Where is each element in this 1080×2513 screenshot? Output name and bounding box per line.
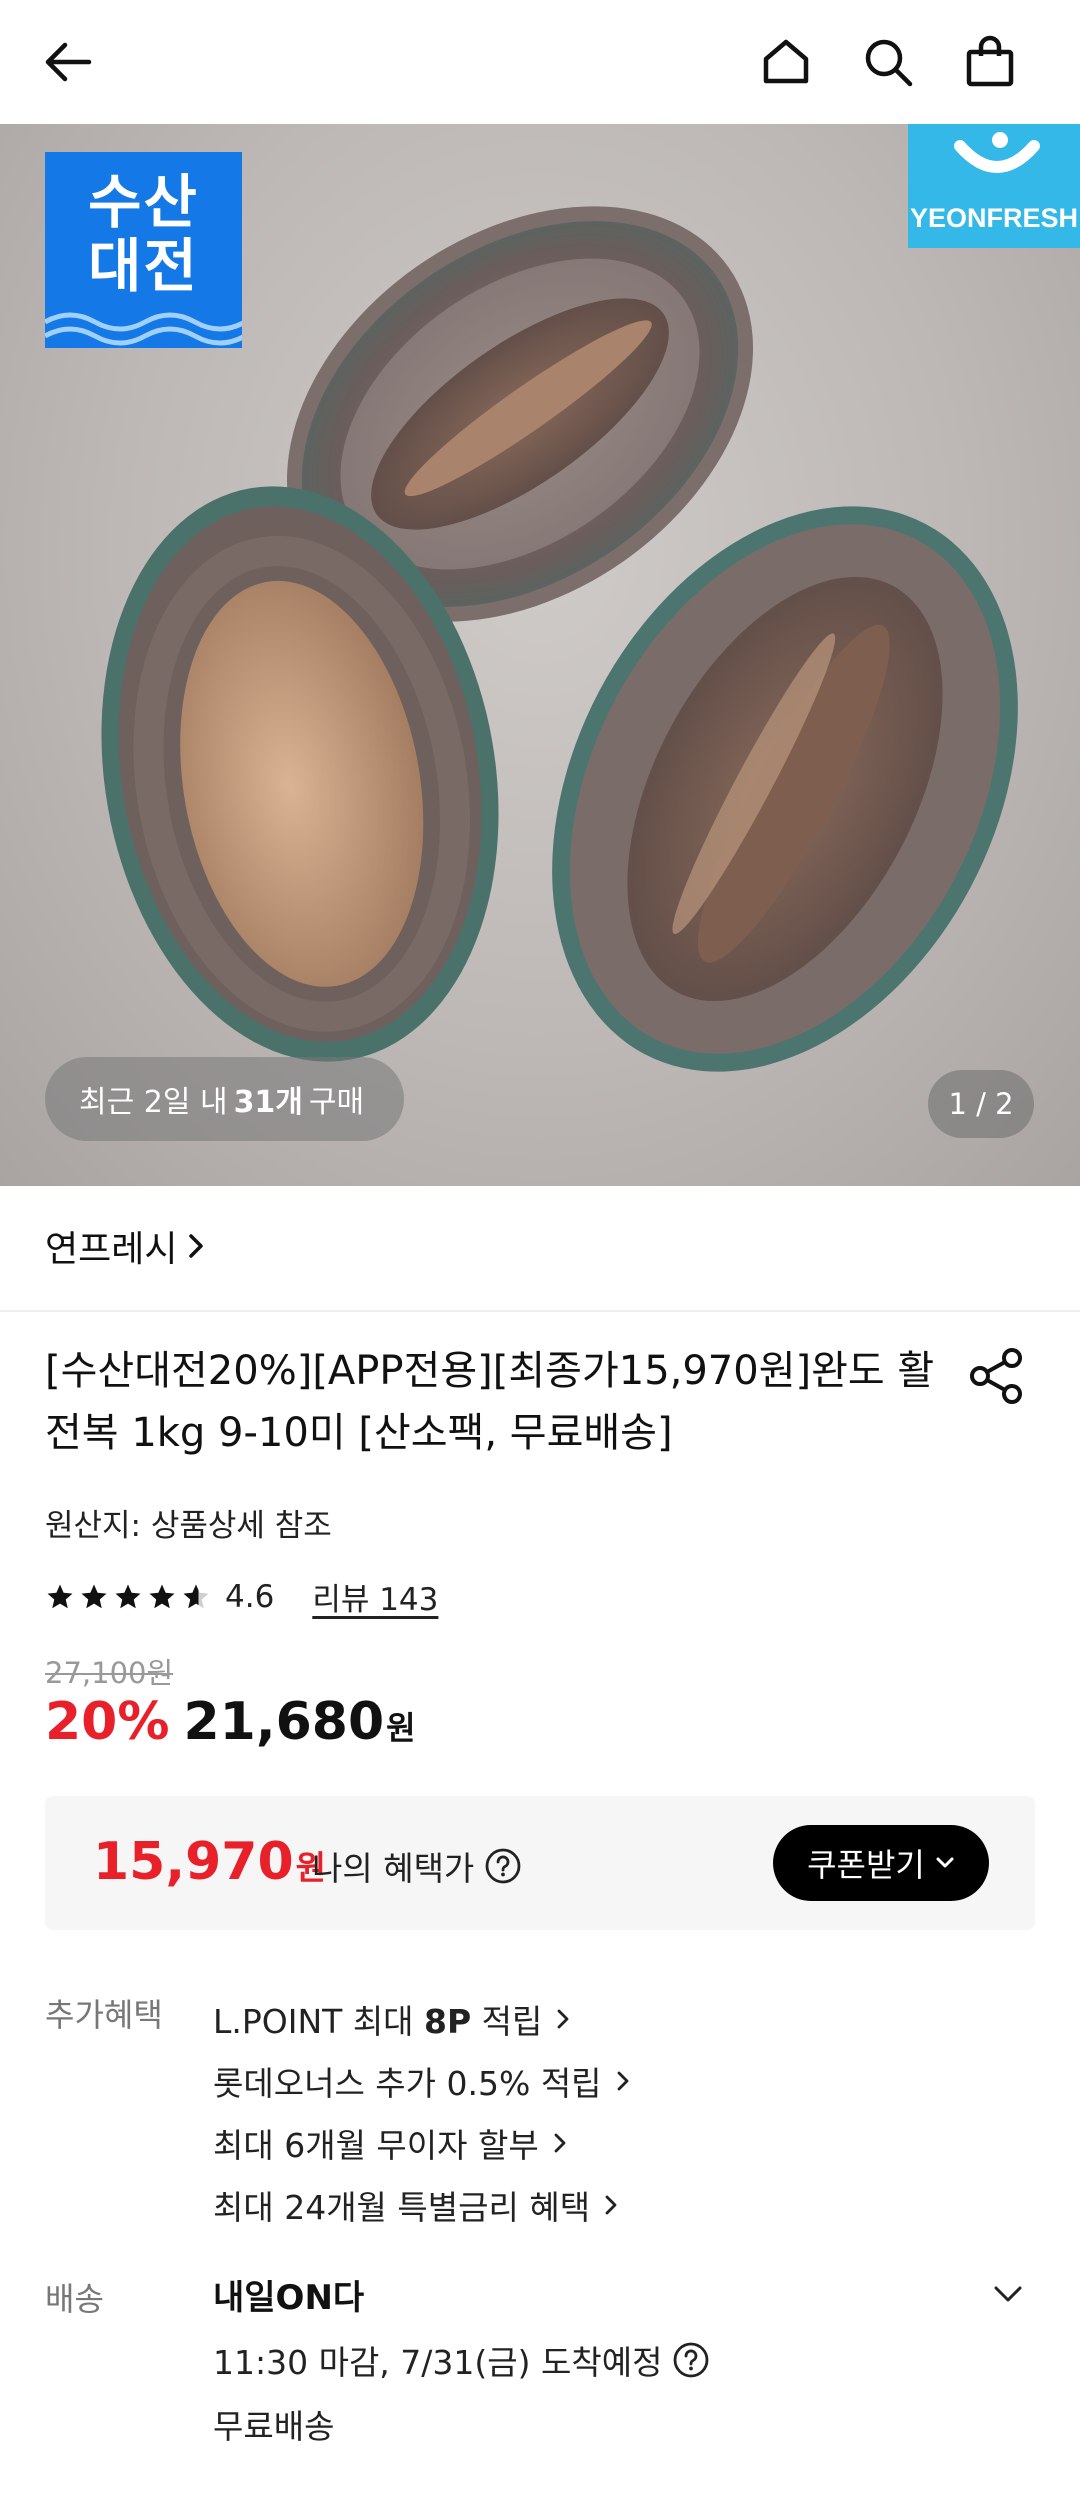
share-icon (970, 1348, 1022, 1404)
recent-prefix: 최근 2일 내 (79, 1085, 228, 1120)
product-title: [수산대전20%][APP전용][최종가15,970원]완도 활전복 1kg 9… (45, 1348, 935, 1456)
product-image-carousel[interactable]: 수산 대전 YEONFRESH 최근 2일 내 31개 구매 1 / 2 (0, 124, 1080, 1186)
extra-benefit-installment[interactable]: 최대 6개월 무이자 할부 (213, 2112, 634, 2174)
recent-count: 31개 (233, 1085, 303, 1120)
extra-benefits-label: 추가혜택 (45, 1996, 163, 2034)
star-half-icon (183, 1584, 209, 1608)
delivery-time-text: 11:30 마감, 7/31(금) 도착예정 (213, 2343, 663, 2382)
search-button[interactable] (848, 22, 928, 102)
chevron-right-icon (189, 1234, 204, 1258)
coupon-button[interactable]: 쿠폰받기 (773, 1825, 989, 1901)
my-benefit-box: 15,970 원 나의 혜택가 쿠폰받기 (45, 1796, 1035, 1930)
back-button[interactable] (28, 22, 108, 102)
help-icon[interactable] (484, 1847, 522, 1885)
extra-benefits-list: L.POINT 최대 8P 적립 롯데오너스 추가 0.5% 적립 최대 6개월… (213, 1988, 634, 2236)
recent-purchase-badge: 최근 2일 내 31개 구매 (45, 1057, 405, 1141)
top-nav-bar (0, 0, 1080, 124)
benefit-text: 최대 24개월 특별금리 혜택 (213, 2188, 591, 2227)
star-filled-icon (81, 1584, 107, 1608)
chevron-down-icon[interactable] (990, 2276, 1026, 2312)
original-price: 27,100원 (45, 1656, 174, 1690)
back-arrow-icon (45, 42, 92, 82)
benefit-text: 최대 6개월 무이자 할부 (213, 2126, 539, 2165)
page-indicator: 1 / 2 (928, 1070, 1034, 1138)
extra-benefit-lpoint[interactable]: L.POINT 최대 8P 적립 (213, 1988, 634, 2050)
brand-logo-text: YEONFRESH (909, 203, 1079, 233)
delivery-fee: 무료배송 (213, 2407, 335, 2446)
benefit-label-text: 나의 혜택가 (312, 1849, 475, 1888)
waves-icon (45, 312, 242, 346)
star-filled-icon (115, 1584, 141, 1608)
seafood-festival-badge: 수산 대전 (45, 152, 242, 348)
price-row: 20% 21,680 원 (45, 1692, 416, 1752)
brand-mark-icon (954, 132, 1040, 173)
star-rating (45, 1582, 211, 1612)
cart-button[interactable] (950, 22, 1030, 102)
delivery-time: 11:30 마감, 7/31(금) 도착예정 (213, 2336, 710, 2384)
seller-link[interactable]: 연프레시 (45, 1220, 205, 1272)
benefit-text: 롯데오너스 추가 0.5% 적립 (213, 2064, 602, 2103)
shopping-bag-icon (966, 35, 1014, 87)
chevron-right-icon (605, 2195, 617, 2215)
share-button[interactable] (968, 1346, 1028, 1406)
brand-logo: YEONFRESH (908, 124, 1080, 248)
star-filled-icon (47, 1584, 73, 1608)
seller-name: 연프레시 (45, 1229, 178, 1270)
chevron-right-icon (617, 2071, 628, 2091)
help-icon[interactable] (672, 2341, 710, 2379)
chevron-right-icon (558, 2009, 569, 2029)
discount-rate: 20% (45, 1692, 170, 1752)
home-button[interactable] (746, 22, 826, 102)
chevron-down-icon (936, 1857, 954, 1868)
section-divider (0, 1310, 1080, 1312)
origin-info: 원산지: 상품상세 참조 (45, 1508, 332, 1544)
sale-badge-line2: 대전 (88, 232, 199, 300)
coupon-button-label: 쿠폰받기 (807, 1846, 925, 1884)
benefit-label: 나의 혜택가 (312, 1842, 522, 1890)
delivery-label: 배송 (45, 2280, 104, 2318)
benefit-text: L.POINT 최대 8P 적립 (213, 2002, 543, 2041)
price-unit: 원 (386, 1709, 416, 1747)
review-link[interactable]: 리뷰 143 (312, 1574, 438, 1619)
rating-row: 4.6 리뷰 143 (45, 1574, 438, 1619)
benefit-price-value: 15,970 (93, 1832, 294, 1892)
chevron-right-icon (554, 2133, 566, 2153)
sale-price: 21,680 (183, 1692, 385, 1752)
benefit-price: 15,970 원 (93, 1832, 326, 1892)
rating-value: 4.6 (225, 1578, 275, 1615)
extra-benefit-lotte-owners[interactable]: 롯데오너스 추가 0.5% 적립 (213, 2050, 634, 2112)
delivery-title: 내일ON다 (213, 2278, 365, 2318)
home-icon (763, 39, 809, 84)
extra-benefit-special-rate[interactable]: 최대 24개월 특별금리 혜택 (213, 2174, 634, 2236)
star-filled-icon (149, 1584, 175, 1608)
recent-suffix: 구매 (308, 1085, 365, 1120)
sale-badge-line1: 수산 (88, 168, 199, 236)
search-icon (865, 39, 913, 87)
